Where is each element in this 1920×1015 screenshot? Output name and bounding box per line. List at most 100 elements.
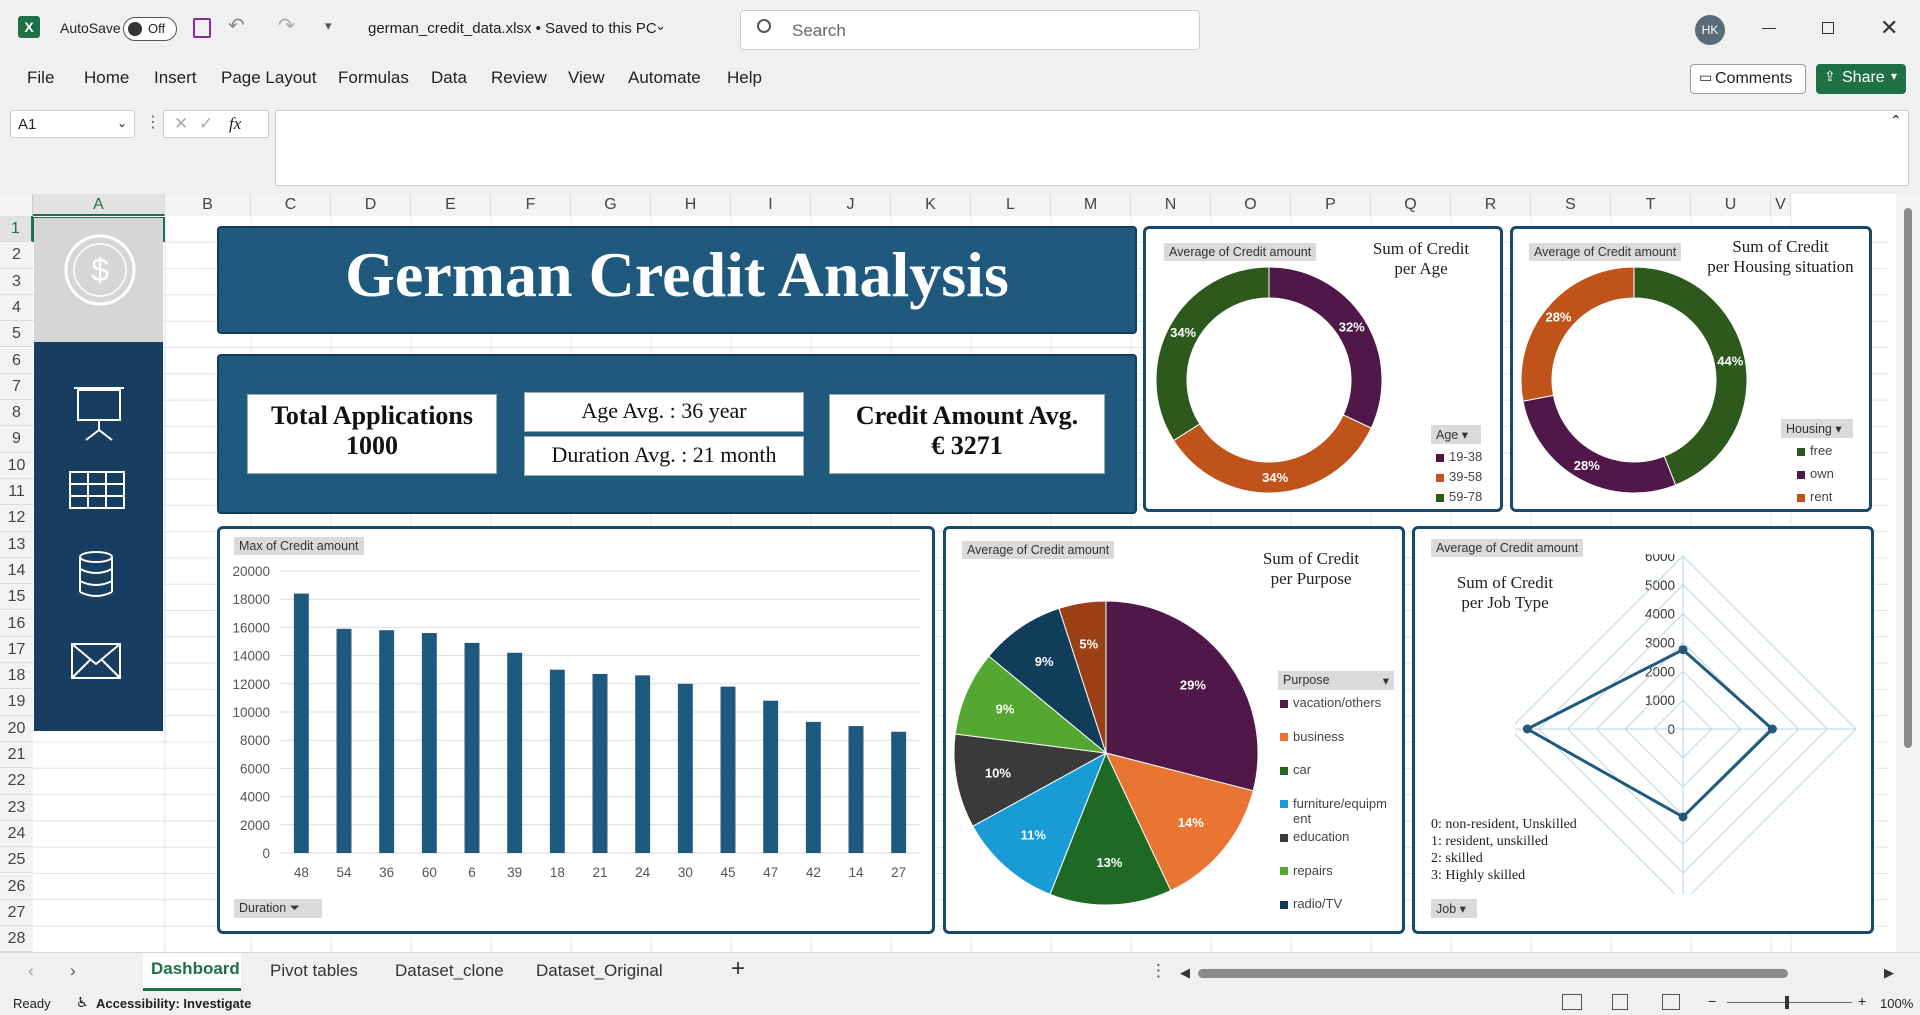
row-header[interactable]: 1 (0, 216, 33, 243)
confirm-icon[interactable]: ✓ (199, 114, 213, 134)
column-header[interactable]: V (1771, 194, 1791, 216)
menu-file[interactable]: File (27, 68, 54, 88)
housing-field-button[interactable]: Average of Credit amount (1529, 243, 1682, 261)
row-header[interactable]: 9 (0, 426, 33, 453)
column-header[interactable]: G (571, 194, 651, 216)
minimize-icon[interactable] (1762, 28, 1776, 29)
row-header[interactable]: 2 (0, 242, 33, 269)
row-header[interactable]: 10 (0, 452, 33, 479)
column-header[interactable]: Q (1371, 194, 1451, 216)
zoom-level[interactable]: 100% (1880, 996, 1913, 1011)
legend-item[interactable]: own (1797, 466, 1834, 481)
collapse-icon[interactable]: ⌃ (1890, 112, 1902, 129)
menu-home[interactable]: Home (84, 68, 129, 88)
prev-sheet-icon[interactable]: ‹ (28, 961, 34, 981)
row-header[interactable]: 4 (0, 294, 33, 322)
comments-button[interactable]: ▭ Comments (1690, 64, 1806, 94)
age-filter-button[interactable]: Age ▾ (1431, 425, 1481, 444)
column-header[interactable]: H (651, 194, 731, 216)
row-header[interactable]: 27 (0, 899, 33, 927)
menu-page-layout[interactable]: Page Layout (221, 68, 316, 88)
legend-item[interactable]: 39-58 (1436, 469, 1482, 484)
zoom-slider-handle[interactable] (1785, 996, 1789, 1009)
row-header[interactable]: 16 (0, 610, 33, 637)
row-header[interactable]: 8 (0, 400, 33, 427)
row-header[interactable]: 13 (0, 531, 33, 558)
zoom-out-icon[interactable]: − (1708, 993, 1716, 1009)
column-header[interactable]: R (1451, 194, 1531, 216)
row-header[interactable]: 25 (0, 847, 33, 874)
customize-toolbar-icon[interactable]: ▾ (325, 18, 332, 34)
horizontal-scrollbar[interactable]: ◀ ▶ (1180, 965, 1894, 981)
tab-dataset-clone[interactable]: Dataset_clone (395, 961, 504, 981)
column-header[interactable]: D (331, 194, 411, 216)
duration-filter-button[interactable]: Duration ⏷ (234, 899, 322, 918)
row-header[interactable]: 6 (0, 347, 33, 374)
row-header[interactable]: 12 (0, 505, 33, 532)
column-header[interactable]: M (1051, 194, 1131, 216)
menu-formulas[interactable]: Formulas (338, 68, 409, 88)
row-header[interactable]: 26 (0, 873, 33, 900)
column-header[interactable]: T (1611, 194, 1691, 216)
legend-item[interactable]: business (1280, 729, 1398, 744)
tab-dataset-original[interactable]: Dataset_Original (536, 961, 663, 981)
presentation-icon[interactable] (70, 384, 128, 442)
normal-view-icon[interactable] (1562, 994, 1582, 1010)
column-header[interactable]: C (251, 194, 331, 216)
job-filter-button[interactable]: Job ▾ (1431, 899, 1477, 918)
column-header[interactable]: S (1531, 194, 1611, 216)
legend-item[interactable]: furniture/equipm ent (1280, 796, 1398, 826)
chevron-down-icon[interactable]: ⌄ (655, 18, 666, 34)
menu-insert[interactable]: Insert (154, 68, 197, 88)
housing-filter-button[interactable]: Housing ▾ (1781, 419, 1853, 438)
menu-review[interactable]: Review (491, 68, 547, 88)
legend-item[interactable]: repairs (1280, 863, 1398, 878)
select-all-corner[interactable] (0, 194, 33, 216)
legend-item[interactable]: radio/TV (1280, 896, 1398, 911)
database-icon[interactable] (76, 550, 116, 600)
scroll-right-icon[interactable]: ▶ (1884, 965, 1894, 981)
table-icon[interactable] (68, 470, 126, 510)
redo-icon[interactable]: ↷ (278, 13, 295, 38)
bar-field-button[interactable]: Max of Credit amount (234, 537, 364, 555)
row-header[interactable]: 7 (0, 373, 33, 401)
search-box[interactable]: Search (740, 10, 1200, 50)
next-sheet-icon[interactable]: › (70, 961, 76, 981)
tabs-more-icon[interactable]: ⋮ (1150, 961, 1167, 981)
undo-icon[interactable]: ↶ (228, 13, 245, 38)
more-icon[interactable]: ⋮ (145, 112, 161, 132)
dollar-icon[interactable]: $ (62, 232, 138, 308)
cancel-icon[interactable]: ✕ (174, 114, 188, 134)
column-header[interactable]: F (491, 194, 571, 216)
row-header[interactable]: 24 (0, 820, 33, 848)
zoom-slider[interactable] (1727, 996, 1852, 1009)
row-header[interactable]: 21 (0, 742, 33, 769)
legend-item[interactable]: car (1280, 762, 1398, 777)
column-header[interactable]: O (1211, 194, 1291, 216)
file-name[interactable]: german_credit_data.xlsx • Saved to this … (368, 20, 657, 37)
row-header[interactable]: 19 (0, 689, 33, 716)
column-header[interactable]: B (165, 194, 251, 216)
menu-help[interactable]: Help (727, 68, 762, 88)
row-header[interactable]: 17 (0, 636, 33, 664)
menu-view[interactable]: View (568, 68, 605, 88)
vertical-scrollbar[interactable] (1896, 194, 1920, 952)
add-sheet-button[interactable]: + (731, 955, 745, 983)
row-header[interactable]: 20 (0, 715, 33, 742)
page-break-view-icon[interactable] (1662, 994, 1680, 1010)
column-header[interactable]: A (33, 194, 165, 216)
scroll-left-icon[interactable]: ◀ (1180, 965, 1190, 981)
purpose-filter-button[interactable]: Purpose ▾ (1278, 671, 1394, 690)
row-header[interactable]: 28 (0, 926, 33, 952)
autosave-toggle[interactable]: Off (123, 17, 177, 41)
legend-item[interactable]: education (1280, 829, 1398, 844)
column-header[interactable]: E (411, 194, 491, 216)
row-header[interactable]: 18 (0, 663, 33, 690)
age-field-button[interactable]: Average of Credit amount (1164, 243, 1317, 261)
column-header[interactable]: I (731, 194, 811, 216)
purpose-field-button[interactable]: Average of Credit amount (962, 541, 1115, 559)
tab-dashboard[interactable]: Dashboard (143, 953, 241, 991)
menu-data[interactable]: Data (431, 68, 467, 88)
tab-pivot-tables[interactable]: Pivot tables (270, 961, 358, 981)
column-header[interactable]: K (891, 194, 971, 216)
